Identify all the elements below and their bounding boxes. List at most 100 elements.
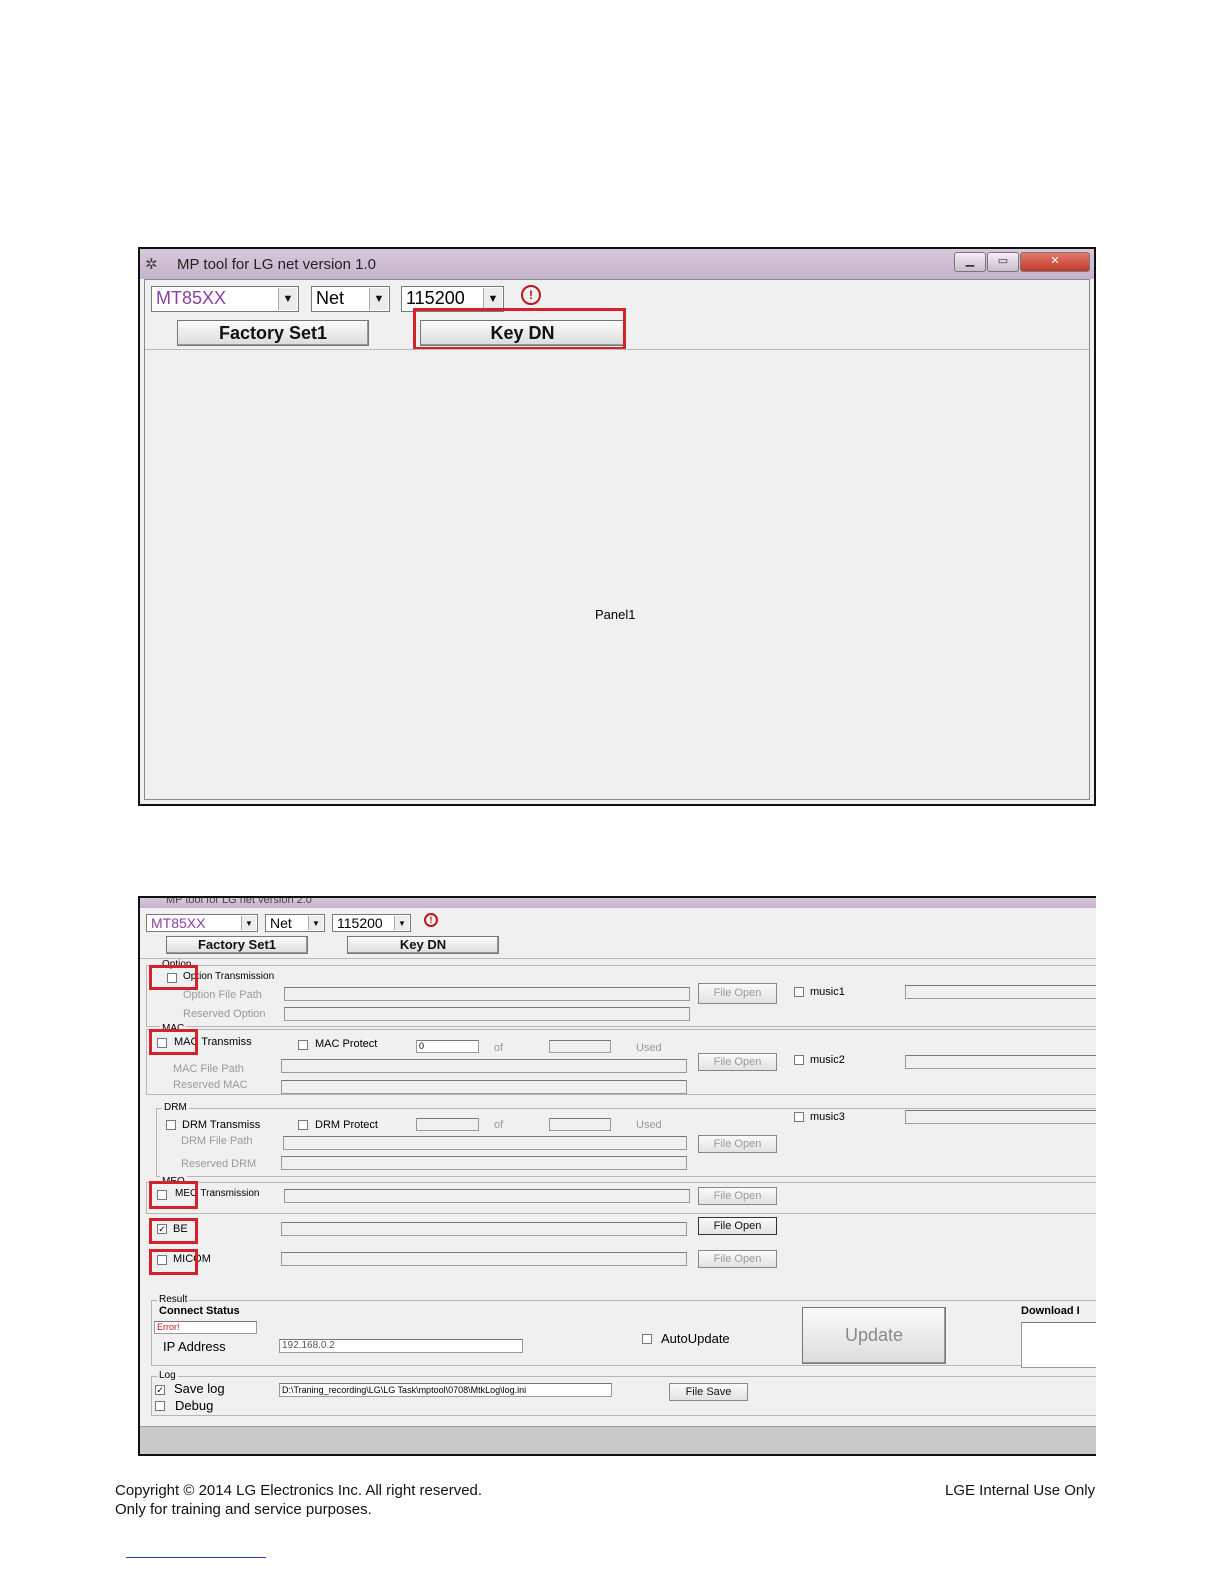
chip-select[interactable]: MT85XX ▼	[146, 914, 258, 932]
divider	[145, 349, 1089, 350]
drm-file-open-button[interactable]: File Open	[698, 1135, 777, 1153]
drm-transmission-label: DRM Transmiss	[182, 1119, 261, 1131]
reserved-mac-field[interactable]	[281, 1080, 687, 1094]
highlight-box	[149, 965, 198, 990]
connect-status-value: Error!	[154, 1321, 257, 1334]
download-label: Download I	[1021, 1305, 1080, 1317]
music1-checkbox[interactable]	[794, 987, 804, 997]
status-bar	[140, 1426, 1096, 1454]
window-title: MP tool for LG net version 1.0	[177, 256, 376, 273]
mac-of-label: of	[494, 1042, 504, 1054]
app-icon: ✲	[145, 256, 158, 273]
debug-checkbox[interactable]	[155, 1401, 165, 1411]
be-file-path-field[interactable]	[281, 1222, 687, 1236]
chevron-down-icon[interactable]: ▼	[369, 288, 388, 310]
mac-total-field[interactable]	[549, 1040, 611, 1053]
chip-select-value: MT85XX	[151, 915, 206, 931]
chevron-down-icon[interactable]: ▼	[394, 916, 409, 930]
mode-select-value: Net	[316, 288, 345, 308]
chevron-down-icon[interactable]: ▼	[278, 288, 297, 310]
drm-of-label: of	[494, 1119, 504, 1131]
option-file-path-field[interactable]	[284, 987, 690, 1001]
ip-address-label: IP Address	[163, 1339, 226, 1354]
music3-checkbox[interactable]	[794, 1112, 804, 1122]
highlight-box	[149, 1029, 198, 1055]
panel-label: Panel1	[595, 607, 636, 622]
update-button[interactable]: Update	[802, 1307, 946, 1364]
mac-used-label: Used	[636, 1042, 662, 1054]
title-bar: MP tool for LG net version 2.0	[140, 898, 1096, 908]
mode-select[interactable]: Net ▼	[265, 914, 325, 932]
connect-status-label: Connect Status	[159, 1305, 240, 1317]
meo-file-open-button[interactable]: File Open	[698, 1187, 777, 1205]
chevron-down-icon[interactable]: ▼	[308, 916, 323, 930]
file-save-button[interactable]: File Save	[669, 1383, 748, 1401]
highlight-box	[149, 1181, 198, 1209]
mac-protect-checkbox[interactable]	[298, 1040, 308, 1050]
copyright-line1: Copyright © 2014 LG Electronics Inc. All…	[115, 1482, 483, 1499]
micom-file-path-field[interactable]	[281, 1252, 687, 1266]
chip-select[interactable]: MT85XX ▼	[151, 286, 299, 312]
baud-select-value: 115200	[337, 915, 383, 931]
highlight-box	[149, 1249, 198, 1275]
micom-file-open-button[interactable]: File Open	[698, 1250, 777, 1268]
option-file-path-label: Option File Path	[183, 989, 262, 1001]
highlight-box	[413, 308, 626, 350]
reserved-option-field[interactable]	[284, 1007, 690, 1021]
factory-set1-button[interactable]: Factory Set1	[166, 936, 308, 954]
music2-label: music2	[810, 1054, 845, 1066]
log-group-label: Log	[157, 1370, 178, 1381]
log-path-field[interactable]: D:\Traning_recording\LG\LG Task\mptool\0…	[279, 1383, 612, 1397]
auto-update-label: AutoUpdate	[661, 1331, 730, 1346]
minimize-button[interactable]: ▁	[954, 252, 986, 272]
divider	[140, 958, 1096, 959]
drm-protect-checkbox[interactable]	[298, 1120, 308, 1130]
drm-used-label: Used	[636, 1119, 662, 1131]
drm-total-field[interactable]	[549, 1118, 611, 1131]
download-progress-field	[1021, 1322, 1096, 1368]
music3-field[interactable]	[905, 1110, 1096, 1124]
factory-set1-button[interactable]: Factory Set1	[177, 320, 369, 346]
mode-select[interactable]: Net ▼	[311, 286, 390, 312]
warning-icon: !	[521, 285, 541, 305]
drm-transmission-checkbox[interactable]	[166, 1120, 176, 1130]
reserved-mac-label: Reserved MAC	[173, 1079, 248, 1091]
highlight-box	[149, 1218, 198, 1244]
ip-address-field[interactable]: 192.168.0.2	[279, 1339, 523, 1353]
auto-update-checkbox[interactable]	[642, 1334, 652, 1344]
maximize-button[interactable]: ▭	[987, 252, 1019, 272]
chevron-down-icon[interactable]: ▼	[483, 288, 502, 310]
drm-count-field[interactable]	[416, 1118, 479, 1131]
mp-tool-window-v1: ✲ MP tool for LG net version 1.0 ▁ ▭ ✕ M…	[138, 247, 1096, 806]
save-log-checkbox[interactable]: ✓	[155, 1385, 165, 1395]
window-title: MP tool for LG net version 2.0	[166, 898, 312, 906]
music1-field[interactable]	[905, 985, 1096, 999]
be-file-open-button[interactable]: File Open	[698, 1217, 777, 1235]
meo-file-path-field[interactable]	[284, 1189, 690, 1203]
drm-file-path-field[interactable]	[283, 1136, 687, 1150]
baud-select-value: 115200	[406, 288, 465, 308]
mac-count-field[interactable]: 0	[416, 1040, 479, 1053]
client-area: MT85XX ▼ Net ▼ 115200 ▼ ! Factory Set1 K…	[144, 279, 1090, 800]
drm-file-path-label: DRM File Path	[181, 1135, 253, 1147]
warning-icon: !	[424, 913, 438, 927]
internal-use-label: LGE Internal Use Only	[945, 1482, 1096, 1499]
reserved-drm-label: Reserved DRM	[181, 1158, 257, 1170]
mac-file-path-label: MAC File Path	[173, 1063, 244, 1075]
music3-label: music3	[810, 1111, 845, 1123]
mac-file-path-field[interactable]	[281, 1059, 687, 1073]
music1-label: music1	[810, 986, 845, 998]
chip-select-value: MT85XX	[156, 288, 227, 308]
music2-checkbox[interactable]	[794, 1055, 804, 1065]
music2-field[interactable]	[905, 1055, 1096, 1069]
key-dn-button[interactable]: Key DN	[347, 936, 499, 954]
chevron-down-icon[interactable]: ▼	[241, 916, 256, 930]
close-button[interactable]: ✕	[1020, 252, 1090, 272]
option-file-open-button[interactable]: File Open	[698, 983, 777, 1004]
result-group	[151, 1300, 1096, 1366]
save-log-label: Save log	[174, 1381, 225, 1396]
footer-rule	[126, 1557, 266, 1558]
reserved-drm-field[interactable]	[281, 1156, 687, 1170]
mac-file-open-button[interactable]: File Open	[698, 1053, 777, 1071]
baud-select[interactable]: 115200 ▼	[332, 914, 411, 932]
